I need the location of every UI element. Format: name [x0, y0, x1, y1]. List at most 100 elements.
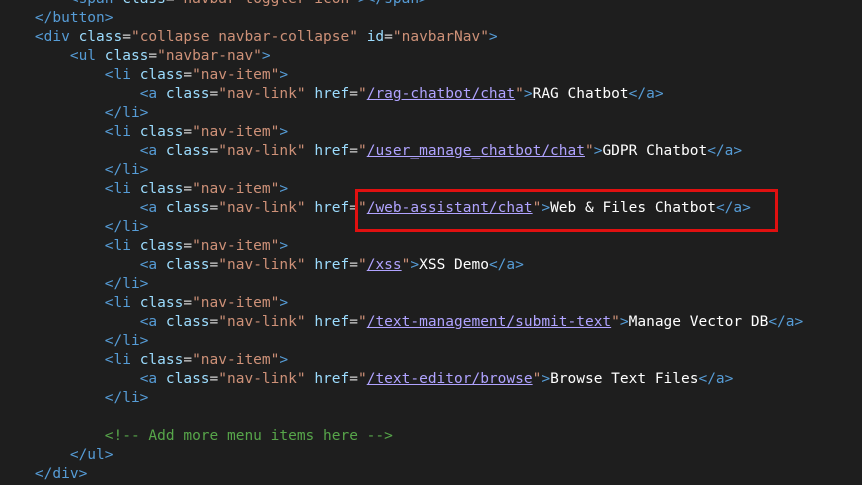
code-link[interactable]: /user_manage_chatbot/chat [367, 143, 585, 159]
code-token: </li> [104, 276, 149, 292]
code-line: </div> [0, 465, 862, 484]
code-token: > [488, 29, 498, 45]
code-token: "navbar-nav" [157, 48, 262, 64]
code-token: <li [104, 238, 140, 254]
code-link[interactable]: /web-assistant/chat [367, 200, 533, 216]
code-token: = [349, 314, 358, 330]
code-token: </a> [698, 371, 734, 387]
code-token: = [349, 200, 358, 216]
code-token: > [279, 124, 289, 140]
code-token: "navbar-toggler-icon" [175, 0, 358, 7]
code-line: </li> [0, 389, 862, 408]
code-token: </li> [104, 162, 149, 178]
code-token: <li [104, 295, 140, 311]
code-token: class [139, 352, 184, 368]
code-token: = [183, 181, 193, 197]
code-token: ></span> [358, 0, 428, 7]
code-token: "collapse navbar-collapse" [130, 29, 358, 45]
code-token: class [165, 314, 210, 330]
code-token: = [183, 238, 193, 254]
code-token: Browse Text Files [550, 371, 699, 387]
code-token: = [349, 143, 358, 159]
code-token: GDPR Chatbot [602, 143, 708, 159]
code-line: <!-- Add more menu items here --> [0, 427, 862, 446]
code-line: </button> [0, 9, 862, 28]
code-token: <a [139, 257, 166, 273]
code-token: "nav-link" [218, 86, 306, 102]
code-line: <li class="nav-item"> [0, 180, 862, 199]
code-token: > [410, 257, 420, 273]
code-token: " [584, 143, 594, 159]
code-token: " [515, 86, 524, 102]
code-link[interactable]: /rag-chatbot/chat [367, 86, 515, 102]
code-line: <ul class="navbar-nav"> [0, 47, 862, 66]
code-token: = [183, 67, 193, 83]
code-token: class [122, 0, 166, 7]
code-link[interactable]: /text-management/submit-text [367, 314, 611, 330]
code-token: <div [34, 29, 79, 45]
code-token: "navbarNav" [392, 29, 489, 45]
code-token: <a [139, 143, 166, 159]
code-line: <a class="nav-link" href="/user_manage_c… [0, 142, 862, 161]
code-token: = [122, 29, 131, 45]
code-token: " [357, 86, 367, 102]
code-line: <a class="nav-link" href="/web-assistant… [0, 199, 862, 218]
code-token: " [357, 314, 367, 330]
code-token: > [279, 181, 289, 197]
code-token: > [261, 48, 271, 64]
code-token: " [357, 143, 367, 159]
code-token: <li [104, 124, 140, 140]
code-token: </li> [104, 219, 149, 235]
code-token: class [139, 67, 184, 83]
code-link[interactable]: /xss [367, 257, 402, 273]
code-token: "nav-link" [218, 200, 306, 216]
code-token: class [78, 29, 123, 45]
code-token: = [148, 48, 158, 64]
code-token: > [523, 86, 533, 102]
code-link[interactable]: /text-editor/browse [367, 371, 533, 387]
code-line: <a class="nav-link" href="/xss">XSS Demo… [0, 256, 862, 275]
code-token: href [314, 86, 350, 102]
code-token: "nav-link" [218, 314, 306, 330]
code-token: > [619, 314, 629, 330]
code-token: </a> [628, 86, 664, 102]
code-token: <li [104, 181, 140, 197]
code-token: <ul [69, 48, 105, 64]
code-token: RAG Chatbot [532, 86, 629, 102]
code-token: XSS Demo [419, 257, 489, 273]
code-token: = [384, 29, 393, 45]
code-line: <li class="nav-item"> [0, 294, 862, 313]
code-token: </a> [707, 143, 743, 159]
code-token: = [209, 200, 219, 216]
code-line: </li> [0, 104, 862, 123]
code-token: href [314, 257, 350, 273]
code-token: href [314, 143, 350, 159]
code-token: </li> [104, 105, 149, 121]
code-token: "nav-link" [218, 143, 306, 159]
code-token: </a> [488, 257, 524, 273]
code-token: = [349, 86, 358, 102]
code-token: > [279, 238, 289, 254]
code-lines: <span class="navbar-toggler-icon"></span… [0, 0, 862, 484]
code-token: class [165, 143, 210, 159]
code-token: = [209, 314, 219, 330]
code-token: = [349, 371, 358, 387]
